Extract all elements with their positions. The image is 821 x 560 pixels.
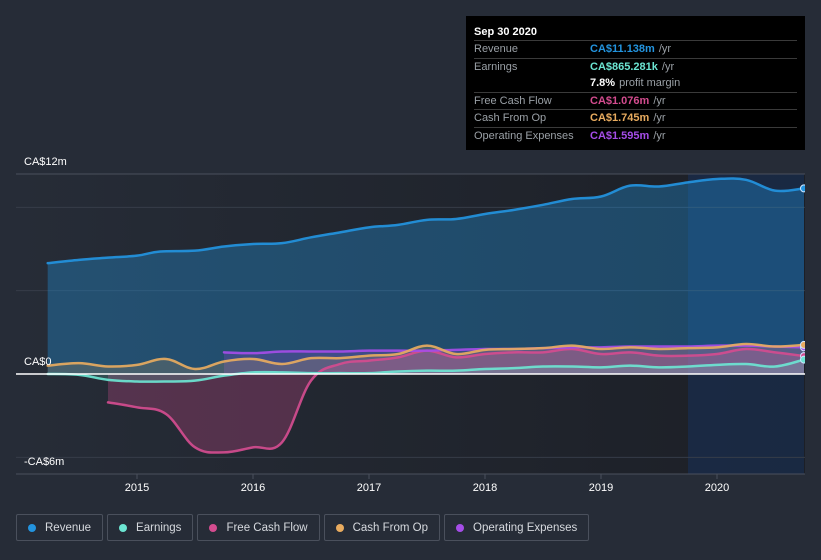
tooltip-row-cfo: Cash From Op CA$1.745m /yr xyxy=(474,110,797,128)
legend-label: Earnings xyxy=(136,521,182,534)
tooltip-row-margin: 7.8% profit margin xyxy=(474,75,797,93)
y-label-top: CA$12m xyxy=(24,156,67,168)
legend-item-free-cash-flow[interactable]: Free Cash Flow xyxy=(197,514,320,541)
tooltip-row-earnings: Earnings CA$865.281k /yr xyxy=(474,59,797,76)
tooltip-value: CA$1.595m xyxy=(590,129,650,142)
revenue-dot-icon xyxy=(28,523,36,532)
tooltip-unit: /yr xyxy=(653,112,666,124)
free-cash-flow-dot-icon xyxy=(209,523,218,532)
tooltip-row-revenue: Revenue CA$11.138m /yr xyxy=(474,41,797,59)
x-tick-label: 2015 xyxy=(124,482,150,494)
tooltip-value: CA$1.076m xyxy=(590,94,650,107)
right-margin xyxy=(805,160,821,480)
legend-item-earnings[interactable]: Earnings xyxy=(107,514,194,541)
tooltip-unit: profit margin xyxy=(619,77,681,89)
legend-label: Cash From Op xyxy=(352,521,429,534)
x-tick-label: 2019 xyxy=(588,482,614,494)
y-label-zero: CA$0 xyxy=(24,356,52,368)
operating-expenses-dot-icon xyxy=(456,523,465,532)
tooltip-value: 7.8% xyxy=(590,77,616,89)
tooltip-unit: /yr xyxy=(653,129,666,142)
y-label-bottom: -CA$6m xyxy=(24,456,65,468)
tooltip-label: Earnings xyxy=(474,60,518,73)
legend-item-cash-from-op[interactable]: Cash From Op xyxy=(323,514,441,541)
earnings-dot-icon xyxy=(119,523,128,532)
tooltip-value: CA$1.745m xyxy=(590,112,650,124)
x-tick-label: 2016 xyxy=(240,482,266,494)
legend-label: Free Cash Flow xyxy=(226,521,308,534)
x-tick-label: 2017 xyxy=(356,482,382,494)
x-tick-label: 2018 xyxy=(472,482,498,494)
tooltip: Sep 30 2020 Revenue CA$11.138m /yr Earni… xyxy=(466,16,805,150)
tooltip-unit: /yr xyxy=(661,60,675,73)
tooltip-unit: /yr xyxy=(653,94,666,107)
x-ticks xyxy=(136,474,718,479)
legend-item-operating-expenses[interactable]: Operating Expenses xyxy=(444,514,590,541)
legend: Revenue Earnings Free Cash Flow Cash Fro… xyxy=(16,514,590,541)
legend-label: Operating Expenses xyxy=(473,521,578,534)
legend-item-revenue[interactable]: Revenue xyxy=(16,514,104,541)
tooltip-label: Cash From Op xyxy=(474,112,547,124)
tooltip-date: Sep 30 2020 xyxy=(474,24,797,41)
tooltip-row-opex: Operating Expenses CA$1.595m /yr xyxy=(474,128,797,145)
tooltip-value: CA$865.281k xyxy=(590,60,658,73)
tooltip-label xyxy=(474,75,590,92)
tooltip-unit: /yr xyxy=(658,43,672,55)
tooltip-value: CA$11.138m xyxy=(590,43,655,55)
legend-label: Revenue xyxy=(45,521,92,534)
tooltip-row-fcf: Free Cash Flow CA$1.076m /yr xyxy=(474,93,797,110)
x-tick-label: 2020 xyxy=(704,482,730,494)
tooltip-label: Revenue xyxy=(474,43,519,55)
cash-from-op-dot-icon xyxy=(335,523,344,532)
tooltip-label: Free Cash Flow xyxy=(474,94,552,107)
tooltip-label: Operating Expenses xyxy=(474,129,574,142)
